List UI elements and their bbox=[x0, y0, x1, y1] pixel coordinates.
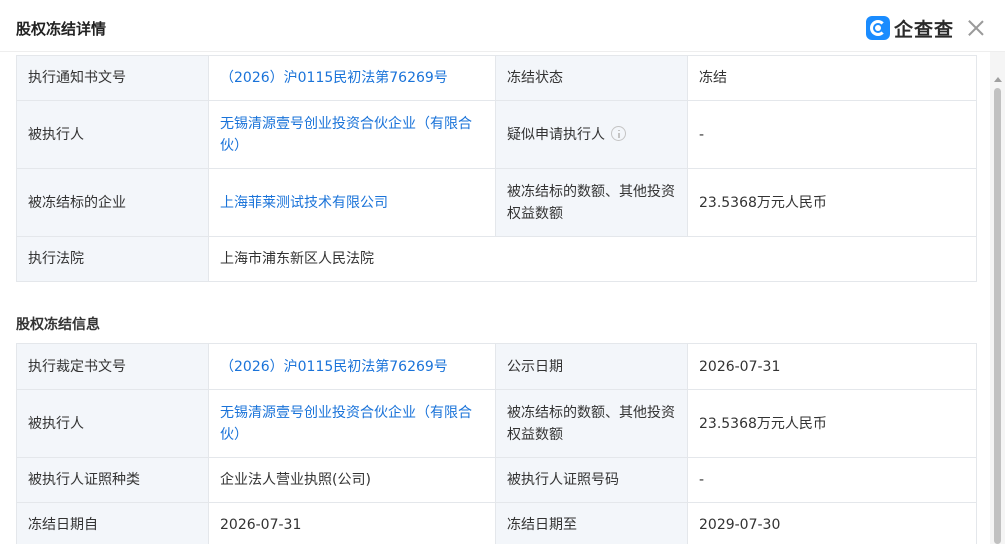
table-row: 被执行人 无锡清源壹号创业投资合伙企业（有限合伙） 疑似申请执行人 - bbox=[16, 100, 977, 169]
table-row: 执行法院 上海市浦东新区人民法院 bbox=[16, 236, 977, 282]
executed-party-label: 被执行人 bbox=[16, 389, 209, 458]
freeze-status-label: 冻结状态 bbox=[495, 55, 688, 101]
publish-date-value: 2026-07-31 bbox=[687, 343, 977, 390]
freeze-from-value: 2026-07-31 bbox=[208, 502, 496, 544]
logo-text: 企查查 bbox=[894, 18, 955, 41]
court-label: 执行法院 bbox=[16, 236, 209, 282]
publish-date-label: 公示日期 bbox=[495, 343, 688, 390]
license-number-value: - bbox=[687, 457, 977, 503]
freeze-status-value: 冻结 bbox=[687, 55, 977, 101]
freeze-to-label: 冻结日期至 bbox=[495, 502, 688, 544]
close-icon[interactable] bbox=[966, 18, 986, 38]
table-row: 执行裁定书文号 （2026）沪0115民初法第76269号 公示日期 2026-… bbox=[16, 343, 977, 390]
table-row: 执行通知书文号 （2026）沪0115民初法第76269号 冻结状态 冻结 bbox=[16, 55, 977, 101]
applicant-label-cell: 疑似申请执行人 bbox=[495, 100, 688, 169]
scroll-thumb[interactable] bbox=[994, 88, 1001, 544]
court-value: 上海市浦东新区人民法院 bbox=[208, 236, 977, 282]
applicant-value: - bbox=[687, 100, 977, 169]
dialog-title: 股权冻结详情 bbox=[16, 20, 107, 38]
freeze-from-label: 冻结日期自 bbox=[16, 502, 209, 544]
frozen-amount-value: 23.5368万元人民币 bbox=[687, 168, 977, 237]
scroll-up-arrow-icon[interactable] bbox=[994, 77, 1002, 82]
executed-party-label: 被执行人 bbox=[16, 100, 209, 169]
qichacha-logo: 企查查 bbox=[866, 15, 954, 41]
table-row: 被执行人证照种类 企业法人营业执照(公司) 被执行人证照号码 - bbox=[16, 457, 977, 503]
executed-party-link[interactable]: 无锡清源壹号创业投资合伙企业（有限合伙） bbox=[220, 116, 472, 154]
section-title: 股权冻结信息 bbox=[16, 317, 100, 333]
dialog-header: 股权冻结详情 企查查 bbox=[0, 0, 1005, 52]
ruling-number-link[interactable]: （2026）沪0115民初法第76269号 bbox=[220, 359, 448, 375]
info-icon[interactable] bbox=[611, 125, 626, 141]
notice-number-link[interactable]: （2026）沪0115民初法第76269号 bbox=[220, 70, 448, 86]
vertical-scrollbar[interactable] bbox=[990, 52, 1005, 544]
frozen-company-link[interactable]: 上海菲莱测试技术有限公司 bbox=[220, 195, 388, 211]
executed-party-link[interactable]: 无锡清源壹号创业投资合伙企业（有限合伙） bbox=[220, 405, 472, 443]
freeze-to-value: 2029-07-30 bbox=[687, 502, 977, 544]
notice-number-label: 执行通知书文号 bbox=[16, 55, 209, 101]
ruling-number-label: 执行裁定书文号 bbox=[16, 343, 209, 390]
frozen-company-label: 被冻结标的企业 bbox=[16, 168, 209, 237]
applicant-label: 疑似申请执行人 bbox=[507, 126, 605, 143]
qichacha-logo-icon bbox=[866, 16, 890, 40]
frozen-amount-label: 被冻结标的数额、其他投资权益数额 bbox=[495, 168, 688, 237]
license-type-label: 被执行人证照种类 bbox=[16, 457, 209, 503]
license-type-value: 企业法人营业执照(公司) bbox=[208, 457, 496, 503]
frozen-amount-label: 被冻结标的数额、其他投资权益数额 bbox=[495, 389, 688, 458]
table-row: 冻结日期自 2026-07-31 冻结日期至 2029-07-30 bbox=[16, 502, 977, 544]
table-row: 被冻结标的企业 上海菲莱测试技术有限公司 被冻结标的数额、其他投资权益数额 23… bbox=[16, 168, 977, 237]
table-row: 被执行人 无锡清源壹号创业投资合伙企业（有限合伙） 被冻结标的数额、其他投资权益… bbox=[16, 389, 977, 458]
freeze-info-table: 执行裁定书文号 （2026）沪0115民初法第76269号 公示日期 2026-… bbox=[16, 343, 977, 544]
frozen-amount-value: 23.5368万元人民币 bbox=[687, 389, 977, 458]
license-number-label: 被执行人证照号码 bbox=[495, 457, 688, 503]
detail-table: 执行通知书文号 （2026）沪0115民初法第76269号 冻结状态 冻结 被执… bbox=[16, 55, 977, 282]
dialog-content: 执行通知书文号 （2026）沪0115民初法第76269号 冻结状态 冻结 被执… bbox=[0, 52, 990, 544]
